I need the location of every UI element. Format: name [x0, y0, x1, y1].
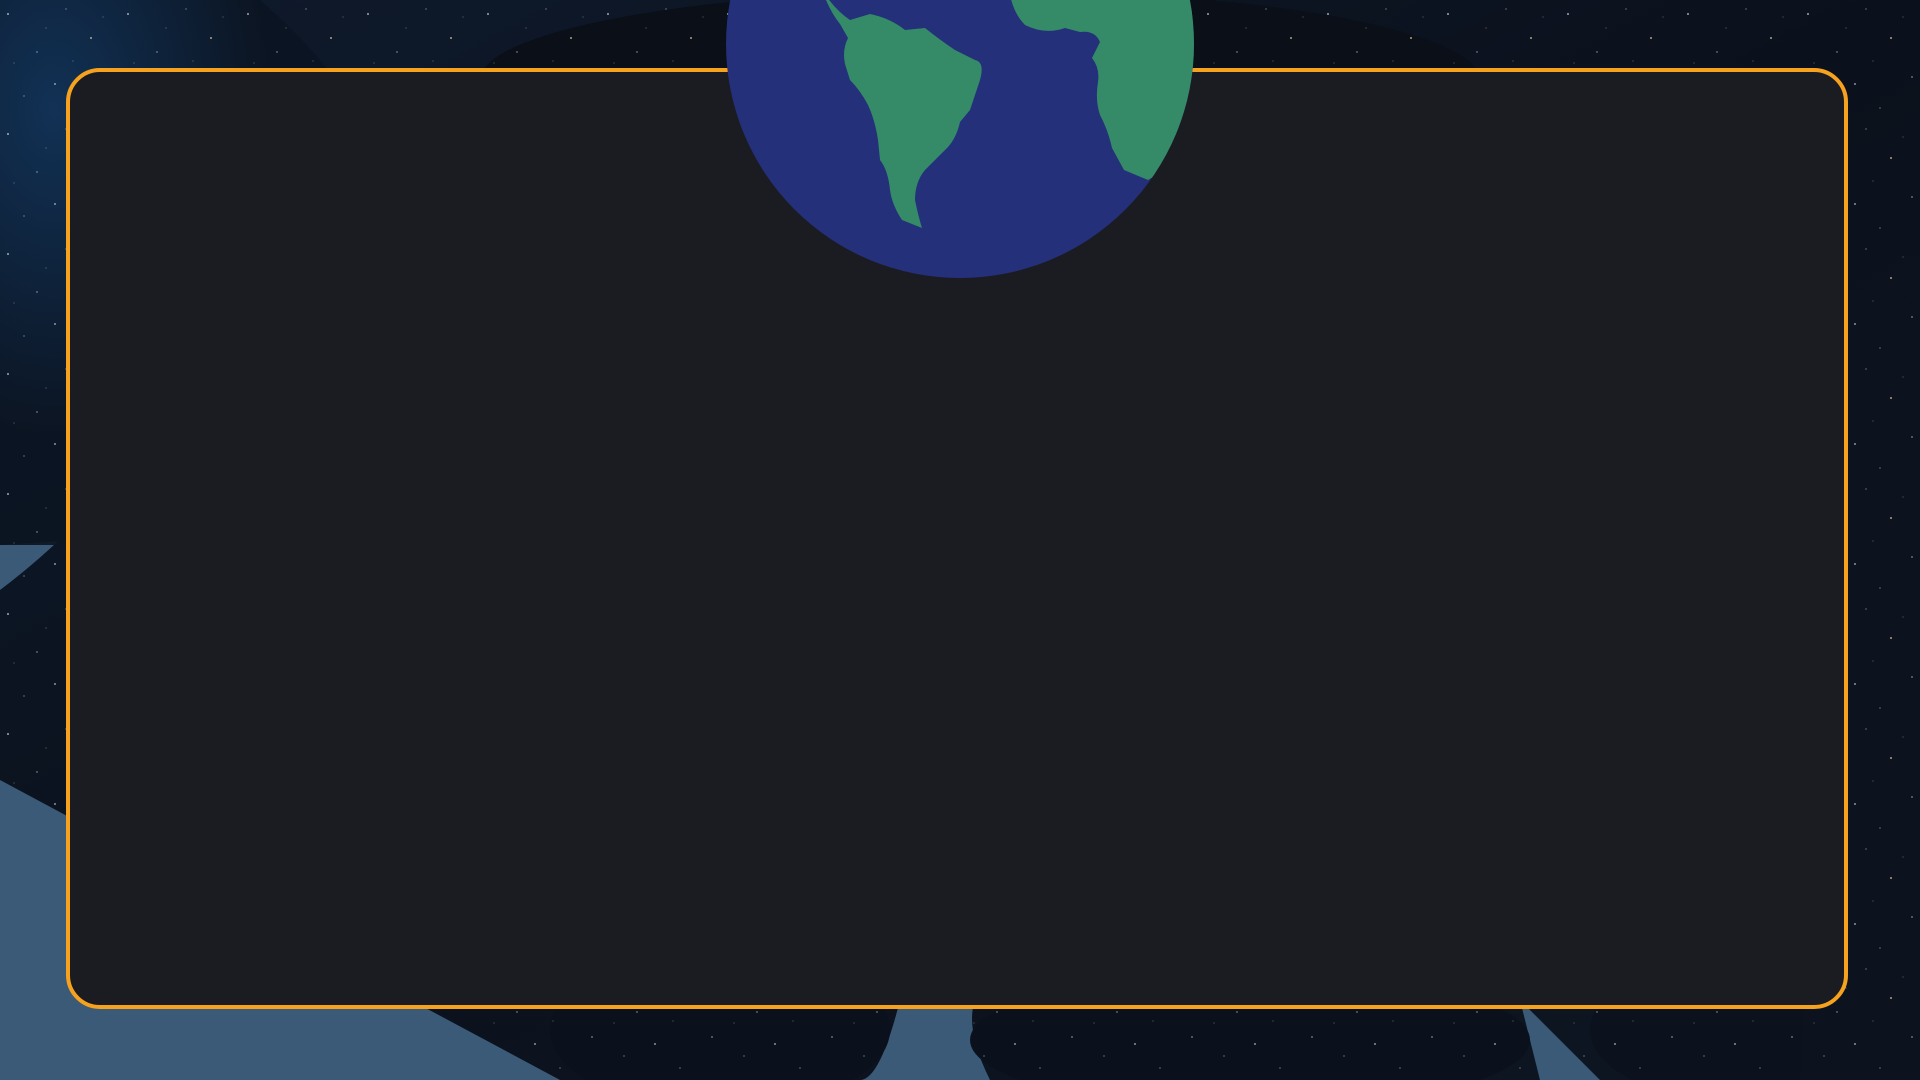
content-panel	[66, 68, 1848, 1009]
slide-stage	[0, 0, 1920, 1080]
